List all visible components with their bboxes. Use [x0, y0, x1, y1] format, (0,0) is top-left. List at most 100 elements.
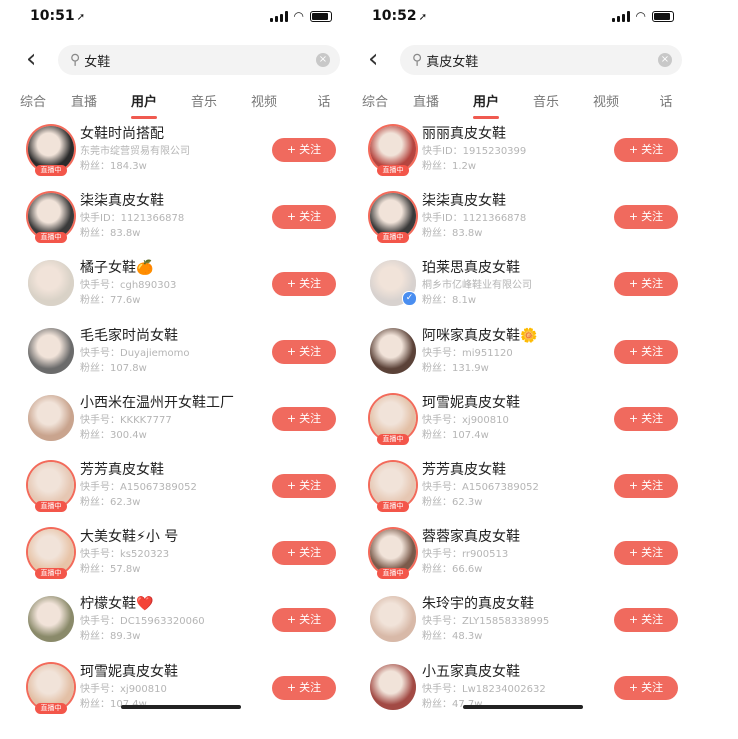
follow-button[interactable]: + 关注 [614, 608, 678, 633]
tab-3[interactable]: 音乐 [174, 91, 234, 110]
tab-3[interactable]: 音乐 [516, 91, 576, 110]
back-icon[interactable]: ‹ [368, 44, 378, 74]
plus-icon: + [628, 143, 639, 156]
follow-button[interactable]: + 关注 [272, 541, 336, 566]
user-id: 快手ID：1915230399 [422, 146, 527, 157]
follow-button[interactable]: + 关注 [272, 406, 336, 431]
list-item[interactable]: 直播中 女鞋时尚搭配 东莞市绽营贸易有限公司 粉丝：184.3w + 关注 [8, 118, 354, 185]
back-icon[interactable]: ‹ [26, 44, 36, 74]
list-item[interactable]: 毛毛家时尚女鞋 快手号：Duyajiemomo 粉丝：107.8w + 关注 [8, 320, 354, 387]
avatar[interactable]: 直播中 [28, 193, 74, 244]
avatar[interactable] [28, 394, 74, 441]
list-item[interactable]: 直播中 柒柒真皮女鞋 快手ID：1121366878 粉丝：83.8w + 关注 [8, 185, 354, 252]
avatar-image [28, 596, 74, 643]
follow-button[interactable]: + 关注 [272, 675, 336, 700]
list-item[interactable]: 直播中 蓉蓉家真皮女鞋 快手号：rr900513 粉丝：66.6w + 关注 [350, 521, 696, 588]
user-name: 柠檬女鞋❤️ [80, 596, 154, 613]
avatar[interactable] [370, 596, 416, 643]
avatar-image [370, 596, 416, 643]
clear-icon[interactable]: × [658, 53, 672, 67]
follow-button[interactable]: + 关注 [614, 406, 678, 431]
list-item[interactable]: 朱玲宇的真皮女鞋 快手号：ZLY15858338995 粉丝：48.3w + 关注 [350, 588, 696, 655]
avatar[interactable]: 直播中 [28, 529, 74, 580]
avatar[interactable]: 直播中 [370, 461, 416, 512]
list-item[interactable]: 直播中 芳芳真皮女鞋 快手号：A15067389052 粉丝：62.3w + 关注 [350, 454, 696, 521]
user-name: 丽丽真皮女鞋 [422, 126, 506, 142]
search-input[interactable]: ⚲ 真皮女鞋 × [400, 45, 682, 75]
follow-button[interactable]: + 关注 [614, 339, 678, 364]
tab-2[interactable]: 用户 [114, 91, 174, 119]
list-item[interactable]: 直播中 芳芳真皮女鞋 快手号：A15067389052 粉丝：62.3w + 关注 [8, 454, 354, 521]
list-item[interactable]: 橘子女鞋🍊 快手号：cgh890303 粉丝：77.6w + 关注 [8, 252, 354, 319]
tab-2[interactable]: 用户 [456, 91, 516, 119]
user-name: 柒柒真皮女鞋 [422, 193, 506, 210]
avatar[interactable]: 直播中 [370, 193, 416, 244]
home-indicator [463, 705, 583, 709]
avatar[interactable] [370, 327, 416, 374]
status-bar: 10:51 ➚ ◠ [8, 0, 354, 38]
follow-label: 关注 [641, 546, 664, 560]
plus-icon: + [286, 210, 297, 224]
fans-count: 粉丝：62.3w [80, 496, 141, 508]
follow-button[interactable]: + 关注 [272, 138, 336, 162]
fans-count: 粉丝：131.9w [422, 362, 489, 374]
search-input[interactable]: ⚲ 女鞋 × [58, 45, 340, 75]
user-name: 大美女鞋⚡小 号 [80, 529, 179, 546]
follow-button[interactable]: + 关注 [614, 272, 678, 297]
list-item[interactable]: 小五家真皮女鞋 快手号：Lw18234002632 粉丝：47.7w + 关注 [350, 656, 696, 723]
avatar[interactable]: 直播中 [28, 126, 74, 176]
list-item[interactable]: 直播中 大美女鞋⚡小 号快手号：ks520323 粉丝：57.8w + 关注 [8, 521, 354, 588]
avatar[interactable] [370, 663, 416, 710]
tab-0[interactable]: 综合 [362, 91, 396, 110]
list-item[interactable]: 小西米在温州开女鞋工厂 快手号：KKKK7777 粉丝：300.4w + 关注 [8, 387, 354, 454]
tab-5[interactable]: 话 [294, 91, 354, 110]
user-name: 芳芳真皮女鞋 [422, 461, 506, 478]
screenshot-composite: 10:51 ➚ ◠ ‹ ⚲ 女鞋 × 综合 直播 用户 音乐 视频话 直播中 女鞋时尚搭配东… [0, 0, 738, 739]
avatar[interactable] [28, 596, 74, 643]
avatar[interactable]: 直播中 [28, 663, 74, 714]
tab-1[interactable]: 直播 [396, 91, 456, 110]
fans-count: 粉丝：57.8w [80, 564, 141, 576]
clear-icon[interactable]: × [316, 53, 330, 67]
follow-button[interactable]: + 关注 [272, 339, 336, 364]
avatar[interactable] [28, 327, 74, 374]
live-badge: 直播中 [35, 232, 67, 244]
tab-4[interactable]: 视频 [576, 91, 636, 110]
follow-button[interactable]: + 关注 [272, 608, 336, 633]
tab-4[interactable]: 视频 [234, 91, 294, 110]
user-id: 快手ID：1121366878 [80, 213, 185, 225]
user-id: 快手号：A15067389052 [80, 481, 197, 493]
user-info: 毛毛家时尚女鞋 快手号：Duyajiemomo 粉丝：107.8w [80, 326, 266, 376]
result-tabs: 综合 直播 用户 音乐 视频话 [8, 82, 354, 119]
user-info: 柒柒真皮女鞋 快手ID：1121366878 粉丝：83.8w [80, 191, 266, 241]
list-item[interactable]: 阿咪家真皮女鞋🌼 快手号：mi951120 粉丝：131.9w + 关注 [350, 320, 696, 387]
avatar[interactable] [28, 260, 74, 307]
follow-button[interactable]: + 关注 [614, 675, 678, 700]
search-icon: ⚲ [412, 52, 423, 68]
tab-0[interactable]: 综合 [20, 91, 54, 110]
list-item[interactable]: 柠檬女鞋❤️ 快手号：DC15963320060 粉丝：89.3w + 关注 [8, 588, 354, 655]
wifi-icon: ◠ [635, 9, 646, 23]
follow-button[interactable]: + 关注 [272, 473, 336, 498]
follow-button[interactable]: + 关注 [614, 473, 678, 498]
list-item[interactable]: 直播中 柒柒真皮女鞋 快手ID：1121366878 粉丝：83.8w + 关注 [350, 185, 696, 252]
avatar[interactable]: 直播中 [28, 461, 74, 512]
follow-button[interactable]: + 关注 [614, 541, 678, 566]
avatar[interactable]: 直播中 [370, 126, 416, 176]
user-name: 朱玲宇的真皮女鞋 [422, 596, 534, 613]
avatar[interactable]: 直播中 [370, 394, 416, 445]
tab-5[interactable]: 话 [636, 91, 696, 110]
follow-button[interactable]: + 关注 [272, 205, 336, 230]
follow-button[interactable]: + 关注 [272, 272, 336, 297]
list-item[interactable]: 直播中 珂雪妮真皮女鞋 快手号：xj900810 粉丝：107.4w + 关注 [350, 387, 696, 454]
follow-button[interactable]: + 关注 [614, 205, 678, 230]
list-item[interactable]: 直播中 丽丽真皮女鞋 快手ID：1915230399 粉丝：1.2w + 关注 [350, 118, 696, 185]
tab-1[interactable]: 直播 [54, 91, 114, 110]
status-time: 10:51 ➚ [30, 8, 85, 24]
list-item[interactable]: ✓ 珀莱思真皮女鞋 桐乡市亿峰鞋业有限公司 粉丝：8.1w + 关注 [350, 252, 696, 319]
user-id: 快手号：ZLY15858338995 [422, 616, 550, 628]
follow-button[interactable]: + 关注 [614, 138, 678, 162]
avatar[interactable]: ✓ [370, 260, 417, 307]
avatar[interactable]: 直播中 [370, 529, 416, 580]
list-item[interactable]: 直播中 珂雪妮真皮女鞋 快手号：xj900810 粉丝：107.4w + 关注 [8, 656, 354, 723]
